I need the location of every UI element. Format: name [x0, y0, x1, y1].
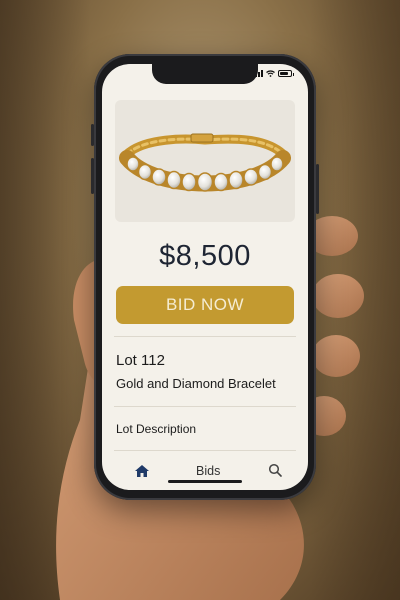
current-bid-price: $8,500 — [159, 240, 251, 272]
lot-number: Lot 112 — [116, 352, 165, 369]
gold-diamond-bracelet-image — [119, 133, 291, 192]
background-left-shade — [0, 0, 90, 600]
lot-title: Gold and Diamond Bracelet — [116, 376, 276, 391]
background-right-shade — [310, 0, 400, 600]
phone-notch — [152, 64, 258, 84]
home-indicator — [168, 480, 242, 483]
search-icon[interactable] — [268, 463, 282, 477]
phone-volume-button — [91, 158, 94, 194]
phone-device: $8,500 BID NOW Lot 112 Gold and Diamond … — [91, 54, 319, 500]
phone-screen: $8,500 BID NOW Lot 112 Gold and Diamond … — [102, 64, 308, 490]
divider — [114, 406, 296, 407]
tab-bids[interactable]: Bids — [196, 464, 220, 478]
status-icons — [252, 70, 294, 77]
lot-description-link[interactable]: Lot Description — [116, 422, 196, 436]
bottom-tab-bar: Bids — [102, 454, 308, 490]
divider — [114, 450, 296, 451]
phone-side-button — [91, 124, 94, 146]
bid-now-button[interactable]: BID NOW — [116, 286, 294, 324]
wifi-icon — [266, 70, 275, 77]
home-icon[interactable] — [134, 464, 150, 478]
phone-power-button — [316, 164, 319, 214]
product-image[interactable] — [115, 100, 295, 222]
divider — [114, 336, 296, 337]
battery-icon — [278, 70, 294, 77]
